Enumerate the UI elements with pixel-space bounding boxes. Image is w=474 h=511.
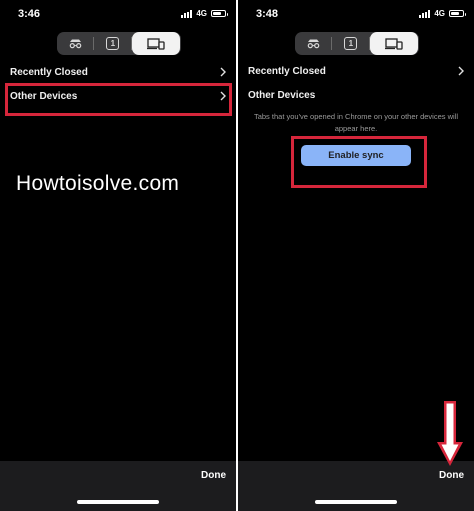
left-screen: 3:46 4G 1 Recently Closed Other Devices … [0,0,236,511]
bottom-toolbar: Done [238,461,474,511]
bottom-toolbar: Done [0,461,236,511]
empty-state-message: Tabs that you've opened in Chrome on you… [253,112,459,133]
tab-count-badge: 1 [344,37,358,50]
regular-tabs-button[interactable]: 1 [94,32,132,55]
incognito-tabs-button[interactable] [57,32,95,55]
highlight-box [291,136,427,188]
incognito-icon [69,39,82,49]
status-bar: 3:46 4G [0,0,236,30]
tab-count-badge: 1 [106,37,120,50]
other-devices-tab-button[interactable] [369,32,418,55]
home-indicator [315,500,397,504]
other-devices-tab-button[interactable] [131,32,180,55]
signal-icon [419,9,431,18]
row-label: Recently Closed [10,66,88,78]
tab-switcher: 1 [57,32,181,55]
status-time: 3:48 [256,8,279,20]
row-label: Other Devices [248,89,316,101]
signal-icon [181,9,193,18]
battery-icon [449,10,466,17]
watermark-text: Howtoisolve.com [16,172,180,195]
status-bar: 3:48 4G [238,0,474,30]
incognito-tabs-button[interactable] [295,32,333,55]
devices-icon [146,37,165,50]
chevron-right-icon [458,66,464,76]
highlight-box [5,83,232,116]
row-label: Recently Closed [248,65,326,77]
status-time: 3:46 [18,8,41,20]
recently-closed-row[interactable]: Recently Closed [238,59,474,83]
status-icons: 4G [181,9,228,18]
status-icons: 4G [419,9,466,18]
home-indicator [77,500,159,504]
battery-icon [211,10,228,17]
network-label: 4G [434,9,445,18]
regular-tabs-button[interactable]: 1 [332,32,370,55]
other-devices-row[interactable]: Other Devices [238,83,474,107]
network-label: 4G [196,9,207,18]
recently-closed-row[interactable]: Recently Closed [0,60,236,84]
done-button[interactable]: Done [439,470,464,481]
done-button[interactable]: Done [201,470,226,481]
tab-switcher: 1 [295,32,419,55]
devices-icon [384,37,403,50]
arrow-down-icon [437,401,463,466]
chevron-right-icon [220,67,226,77]
incognito-icon [307,39,320,49]
